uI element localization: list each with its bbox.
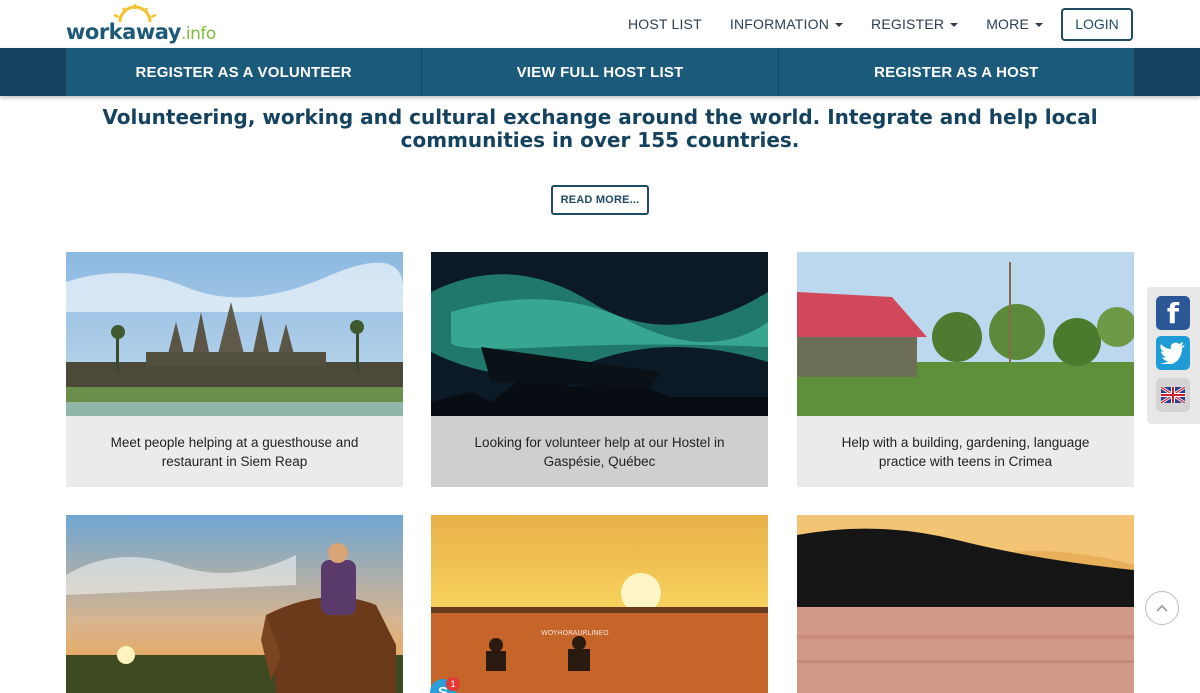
social-sidebar: f <box>1147 287 1200 424</box>
top-navbar: workaway.info HOST LIST INFORMATION REGI… <box>0 0 1200 48</box>
register-host-button[interactable]: REGISTER AS A HOST <box>777 48 1134 96</box>
facebook-icon[interactable]: f <box>1156 296 1190 330</box>
host-card[interactable]: Looking for volunteer help at our Hostel… <box>431 252 768 487</box>
main-nav: HOST LIST INFORMATION REGISTER MORE LOGI… <box>600 7 1133 41</box>
hero-headline: Volunteering, working and cultural excha… <box>102 105 1098 152</box>
card-caption: Meet people helping at a guesthouse and … <box>110 434 359 469</box>
host-card[interactable] <box>797 515 1134 693</box>
host-card[interactable]: Help with a building, gardening, languag… <box>797 252 1134 487</box>
caret-down-icon <box>1035 22 1043 27</box>
caret-down-icon <box>950 22 959 27</box>
horse-rider-image <box>66 515 403 693</box>
host-card[interactable]: Meet people helping at a guesthouse and … <box>66 252 403 487</box>
workaway-logo[interactable]: workaway.info <box>66 2 216 46</box>
view-host-list-button[interactable]: VIEW FULL HOST LIST <box>421 48 777 96</box>
card-caption: Looking for volunteer help at our Hostel… <box>474 434 725 469</box>
watermark: WOYHORAURLINEO <box>541 629 609 637</box>
twitter-icon[interactable] <box>1156 336 1190 370</box>
action-bar: REGISTER AS A VOLUNTEER VIEW FULL HOST L… <box>0 48 1200 96</box>
login-button[interactable]: LOGIN <box>1061 7 1133 41</box>
twitter-bird-icon <box>1160 342 1185 364</box>
uk-flag-icon[interactable] <box>1156 378 1190 412</box>
caret-down-icon <box>835 22 844 27</box>
host-card[interactable] <box>66 515 403 693</box>
nav-information[interactable]: INFORMATION <box>730 16 844 32</box>
nav-host-list[interactable]: HOST LIST <box>628 16 702 32</box>
nav-more[interactable]: MORE <box>986 16 1043 32</box>
unread-badge: 1 <box>446 677 460 691</box>
read-more-button[interactable]: READ MORE... <box>551 185 649 215</box>
register-volunteer-button[interactable]: REGISTER AS A VOLUNTEER <box>66 48 421 96</box>
card-caption: Help with a building, gardening, languag… <box>841 434 1090 469</box>
nav-register[interactable]: REGISTER <box>871 16 959 32</box>
lake-sunset-image <box>797 515 1134 693</box>
logo-wordmark: workaway.info <box>66 20 216 44</box>
chevron-up-icon <box>1156 604 1168 612</box>
host-card[interactable]: WOYHORAURLINEO <box>431 515 768 693</box>
back-to-top-button[interactable] <box>1145 591 1179 625</box>
sunset-field-image: WOYHORAURLINEO <box>431 515 768 693</box>
